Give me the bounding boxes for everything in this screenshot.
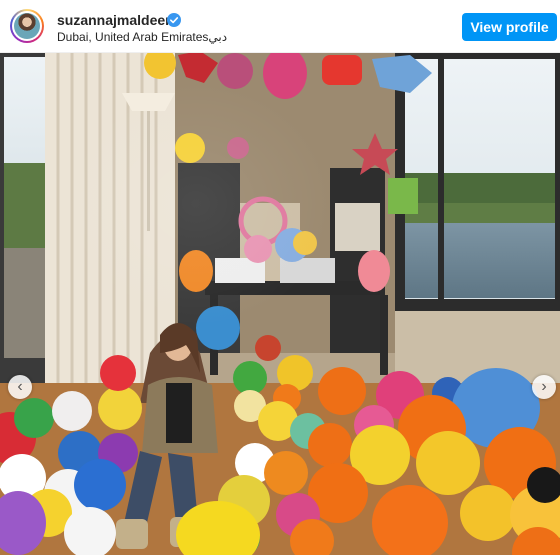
chevron-left-icon: ‹: [17, 378, 23, 395]
verified-badge-icon: [167, 13, 181, 27]
avatar-image: [14, 13, 40, 39]
carousel-prev-button[interactable]: ‹: [8, 375, 32, 399]
carousel-next-button[interactable]: ›: [532, 375, 556, 399]
avatar-frame: [12, 11, 42, 41]
chevron-right-icon: ›: [541, 378, 547, 395]
view-profile-button[interactable]: View profile: [462, 13, 557, 41]
post-photo[interactable]: ‹ ›: [0, 53, 560, 555]
username-link[interactable]: suzannajmaldeen: [57, 12, 174, 28]
post-header: suzannajmaldeen Dubai, United Arab Emira…: [0, 0, 560, 53]
avatar[interactable]: [10, 9, 44, 43]
location-link[interactable]: Dubai, United Arab Emiratesدبي: [57, 30, 227, 44]
photo-illustration: [0, 53, 560, 555]
